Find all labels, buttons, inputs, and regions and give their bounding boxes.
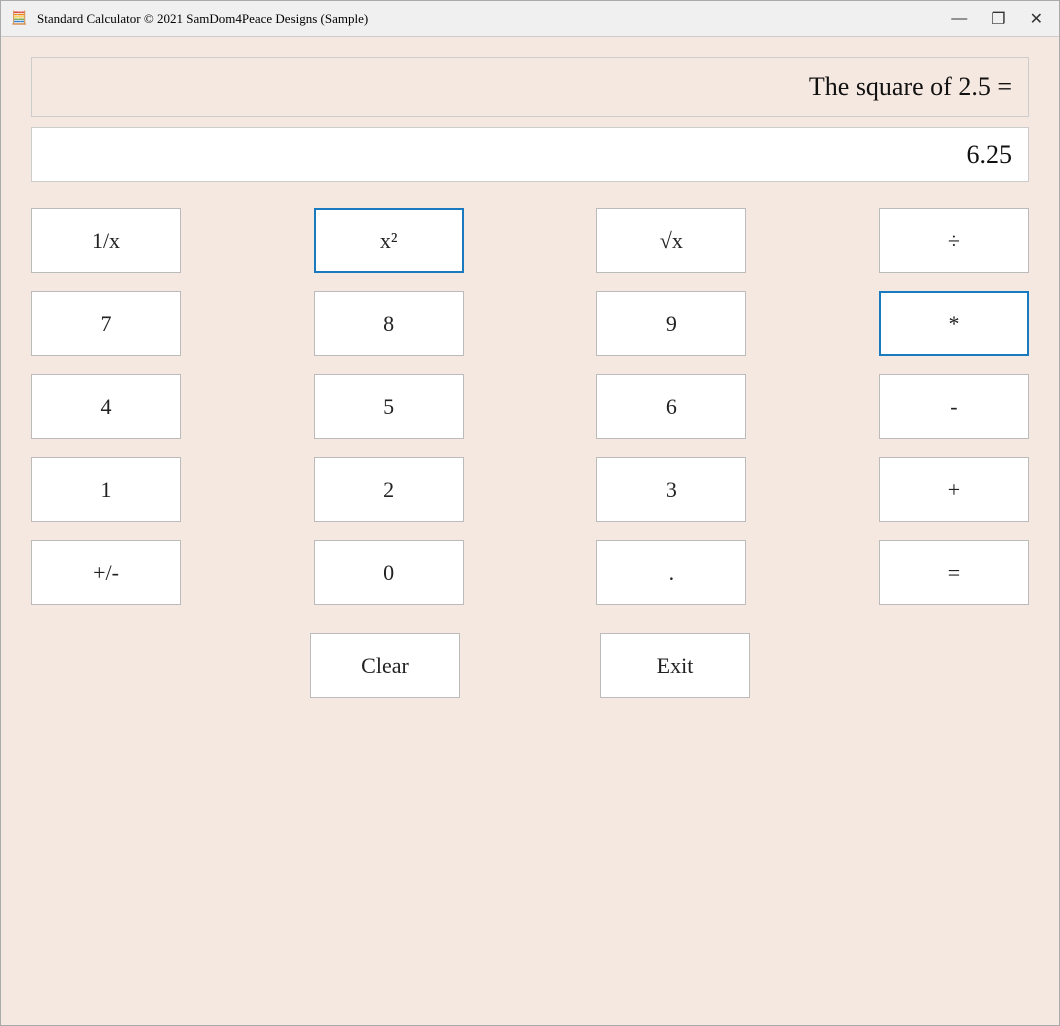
btn-row-5: +/- 0 . = <box>31 540 1029 605</box>
title-bar: 🧮 Standard Calculator © 2021 SamDom4Peac… <box>1 1 1059 37</box>
btn-4[interactable]: 4 <box>31 374 181 439</box>
btn-row-3: 4 5 6 - <box>31 374 1029 439</box>
btn-row-1: 1/x x² √x ÷ <box>31 208 1029 273</box>
result-display: 6.25 <box>31 127 1029 182</box>
btn-clear[interactable]: Clear <box>310 633 460 698</box>
close-button[interactable]: ✕ <box>1024 7 1049 31</box>
btn-1[interactable]: 1 <box>31 457 181 522</box>
title-bar-left: 🧮 Standard Calculator © 2021 SamDom4Peac… <box>11 10 368 28</box>
btn-8[interactable]: 8 <box>314 291 464 356</box>
btn-0[interactable]: 0 <box>314 540 464 605</box>
calculator-window: 🧮 Standard Calculator © 2021 SamDom4Peac… <box>0 0 1060 1026</box>
btn-multiply[interactable]: * <box>879 291 1029 356</box>
title-bar-controls: — ❐ ✕ <box>945 7 1049 31</box>
btn-add[interactable]: + <box>879 457 1029 522</box>
app-icon: 🧮 <box>11 10 29 28</box>
minimize-button[interactable]: — <box>945 8 973 30</box>
btn-square[interactable]: x² <box>314 208 464 273</box>
btn-6[interactable]: 6 <box>596 374 746 439</box>
btn-divide[interactable]: ÷ <box>879 208 1029 273</box>
calculator-body: The square of 2.5 = 6.25 1/x x² √x ÷ 7 8… <box>1 37 1059 1025</box>
btn-2[interactable]: 2 <box>314 457 464 522</box>
btn-7[interactable]: 7 <box>31 291 181 356</box>
btn-row-4: 1 2 3 + <box>31 457 1029 522</box>
btn-row-bottom: Clear Exit <box>31 633 1029 698</box>
btn-3[interactable]: 3 <box>596 457 746 522</box>
btn-decimal[interactable]: . <box>596 540 746 605</box>
window-title: Standard Calculator © 2021 SamDom4Peace … <box>37 11 368 27</box>
btn-equals[interactable]: = <box>879 540 1029 605</box>
btn-row-2: 7 8 9 * <box>31 291 1029 356</box>
btn-5[interactable]: 5 <box>314 374 464 439</box>
btn-reciprocal[interactable]: 1/x <box>31 208 181 273</box>
maximize-button[interactable]: ❐ <box>985 7 1011 31</box>
btn-exit[interactable]: Exit <box>600 633 750 698</box>
expression-text: The square of 2.5 = <box>809 72 1012 102</box>
btn-9[interactable]: 9 <box>596 291 746 356</box>
display-area: The square of 2.5 = 6.25 <box>31 57 1029 182</box>
buttons-grid: 1/x x² √x ÷ 7 8 9 * 4 5 6 - 1 <box>31 208 1029 1005</box>
expression-display: The square of 2.5 = <box>31 57 1029 117</box>
result-text: 6.25 <box>967 140 1013 170</box>
btn-sqrt[interactable]: √x <box>596 208 746 273</box>
btn-subtract[interactable]: - <box>879 374 1029 439</box>
btn-negate[interactable]: +/- <box>31 540 181 605</box>
